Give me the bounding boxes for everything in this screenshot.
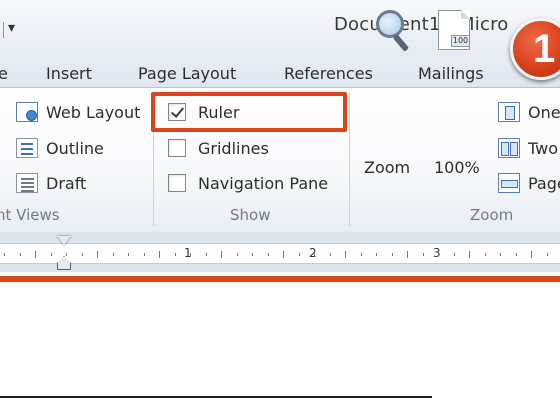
ruler-tick: [453, 253, 455, 256]
ruler-tick: [531, 251, 532, 258]
first-line-indent-marker[interactable]: [57, 236, 71, 245]
web-layout-button[interactable]: Web Layout: [16, 98, 140, 126]
ruler-tick: [283, 251, 284, 258]
title-bar: ▾ Document1 - Micro: [0, 0, 560, 56]
page-100-badge: 100: [451, 35, 470, 47]
ruler-tick: [329, 253, 331, 256]
two-pages-icon: [498, 138, 520, 158]
window-title: Document1 - Micro: [334, 14, 509, 35]
ruler-tick: [500, 253, 501, 256]
ruler-tick: [407, 251, 408, 258]
tab-references[interactable]: References: [284, 64, 373, 83]
zoom-button[interactable]: Zoom: [364, 158, 410, 177]
ruler-tick: [81, 253, 83, 256]
ruler-tick: [159, 251, 160, 258]
ruler-tick: [391, 253, 393, 256]
one-page-icon: [498, 102, 520, 122]
tab-mailings[interactable]: Mailings: [418, 64, 484, 83]
page-100-icon[interactable]: 100: [438, 10, 470, 50]
ruler-tick: [19, 253, 21, 256]
ruler-tick: [376, 253, 377, 256]
draft-label: Draft: [46, 173, 87, 193]
gridlines-label: Gridlines: [198, 138, 269, 158]
gridlines-checkbox[interactable]: Gridlines: [168, 134, 269, 162]
ruler-tick: [422, 253, 424, 256]
ruler-tick: [267, 253, 269, 256]
ruler-highlight-box: [151, 92, 347, 132]
zoom-label: Zoom: [364, 158, 411, 177]
ruler-tick: [205, 253, 207, 256]
horizontal-ruler[interactable]: 1 2 3: [0, 243, 560, 264]
zoom-100-button[interactable]: 100%: [434, 158, 480, 177]
page-width-label: Page: [528, 173, 560, 193]
web-layout-icon: [16, 102, 38, 122]
outline-label: Outline: [46, 138, 104, 158]
navigation-pane-check-icon: [168, 174, 186, 192]
ruler-tick: [515, 253, 517, 256]
magnifier-icon[interactable]: [376, 10, 404, 38]
draft-button[interactable]: Draft: [16, 169, 86, 197]
one-page-label: One: [528, 102, 560, 122]
ruler-number: 2: [309, 246, 317, 260]
ruler-tick: [546, 253, 548, 256]
ruler-tick: [252, 253, 253, 256]
ruler-tick: [35, 251, 36, 258]
quick-access-toolbar[interactable]: ▾: [0, 16, 30, 44]
ruler-tick: [190, 253, 191, 256]
two-pages-button[interactable]: Two: [498, 134, 558, 162]
ruler-tick: [174, 253, 176, 256]
ruler-number: 3: [433, 246, 441, 260]
navigation-pane-label: Navigation Pane: [198, 173, 329, 193]
tab-insert[interactable]: Insert: [46, 64, 92, 83]
ruler-tick: [314, 253, 315, 256]
outline-button[interactable]: Outline: [16, 134, 104, 162]
outline-icon: [16, 138, 38, 158]
ruler-tick: [469, 251, 470, 258]
ruler-tick: [438, 253, 439, 256]
ruler-tick: [143, 253, 145, 256]
zoom-group-label: Zoom: [470, 206, 514, 224]
ruler-tick: [112, 253, 114, 256]
ruler-tick: [345, 251, 346, 258]
tab-home[interactable]: e: [0, 64, 8, 83]
ribbon-tabs: e Insert Page Layout References Mailings: [0, 56, 560, 88]
two-pages-label: Two: [528, 138, 558, 158]
tab-page-layout[interactable]: Page Layout: [138, 64, 236, 83]
zoom-100-label: 100%: [434, 158, 480, 177]
group-separator: [349, 92, 350, 226]
qat-dropdown-icon[interactable]: ▾: [8, 20, 15, 36]
navigation-pane-checkbox[interactable]: Navigation Pane: [168, 169, 328, 197]
ruler-tick: [4, 253, 5, 256]
page-width-button[interactable]: Page: [498, 169, 560, 197]
one-page-button[interactable]: One: [498, 98, 560, 126]
ruler-tick: [484, 253, 486, 256]
ruler-tick: [50, 253, 52, 256]
ruler-tick: [128, 253, 129, 256]
document-area[interactable]: [0, 282, 560, 400]
page-fold: [461, 10, 470, 19]
ruler-tick: [360, 253, 362, 256]
ruler-tick: [298, 253, 300, 256]
document-edge-line: [0, 396, 432, 398]
draft-icon: [16, 173, 38, 193]
qat-separator: [3, 22, 4, 38]
document-views-group-label: nt Views: [0, 206, 60, 224]
ruler-tick: [66, 253, 67, 256]
ruler-tick: [221, 251, 222, 258]
gridlines-check-icon: [168, 139, 186, 157]
page-width-icon: [498, 173, 520, 193]
ruler-tick: [97, 251, 98, 258]
show-group-label: Show: [230, 206, 271, 224]
ruler-tick: [236, 253, 238, 256]
web-layout-label: Web Layout: [46, 102, 141, 122]
